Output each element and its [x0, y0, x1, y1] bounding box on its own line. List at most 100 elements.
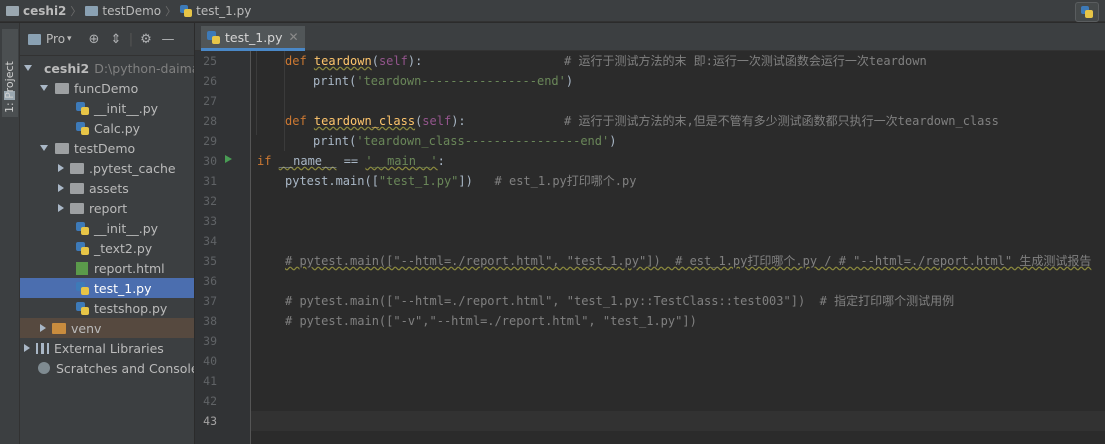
collapsed-arrow-icon[interactable]	[58, 184, 64, 192]
tree-item-label: report.html	[94, 260, 165, 276]
python-icon	[1081, 6, 1093, 18]
code-area[interactable]: def teardown(self): # 运行于测试方法的末 即:运行一次测试…	[251, 51, 1105, 444]
line-number: 34	[203, 234, 217, 248]
string-literal: "test_1.py"	[378, 174, 459, 188]
locate-file-icon[interactable]: ⊕	[83, 32, 105, 47]
gear-icon[interactable]: ⚙	[135, 32, 157, 47]
tree-item-testshop[interactable]: testshop.py	[20, 298, 194, 318]
line-number: 30	[203, 154, 217, 168]
tree-item-label: assets	[89, 180, 129, 196]
tree-item-funcdemo[interactable]: funcDemo	[20, 78, 194, 98]
collapsed-arrow-icon[interactable]	[24, 344, 30, 352]
tree-item-label: __init__.py	[94, 100, 159, 116]
code-comment: # est_1.py打印哪个.py	[494, 174, 637, 188]
code-line-28: def teardown_class(self):	[285, 111, 466, 131]
line-number: 41	[203, 374, 217, 388]
string-literal: 'teardown----------------end'	[356, 74, 566, 88]
folder-icon	[55, 82, 69, 94]
folder-icon	[55, 142, 69, 154]
self-param: self	[422, 114, 452, 128]
tree-item-report[interactable]: report	[20, 198, 194, 218]
line-number: 31	[203, 174, 217, 188]
line-number: 40	[203, 354, 217, 368]
tree-item-text2[interactable]: _text2.py	[20, 238, 194, 258]
tree-item-scratches[interactable]: Scratches and Consoles	[20, 358, 195, 378]
project-tool-label[interactable]: 1: Project	[3, 61, 16, 113]
hide-panel-icon[interactable]: —	[157, 32, 179, 47]
keyword-def: def	[285, 114, 314, 128]
expand-arrow-icon[interactable]	[40, 145, 48, 151]
python-file-icon	[180, 4, 193, 17]
collapsed-arrow-icon[interactable]	[58, 164, 64, 172]
breadcrumb-file[interactable]: test_1.py	[196, 4, 251, 18]
tree-item-external-libraries[interactable]: External Libraries	[20, 338, 194, 358]
code-line-35: # pytest.main(["--html=./report.html", "…	[285, 254, 1092, 268]
tree-item-testdemo[interactable]: testDemo	[20, 138, 194, 158]
tab-test1[interactable]: test_1.py ✕	[201, 26, 305, 51]
tree-item-label: __init__.py	[94, 220, 159, 236]
chevron-down-icon: ▾	[67, 34, 72, 44]
tree-item-label: testshop.py	[94, 300, 168, 316]
code-punct: )	[609, 134, 617, 148]
code-text: print(	[313, 74, 357, 88]
tree-item-calc[interactable]: Calc.py	[20, 118, 194, 138]
tree-item-report-html[interactable]: report.html	[20, 258, 194, 278]
tree-item-label: funcDemo	[74, 80, 139, 96]
breadcrumb-separator-icon: 〉	[165, 4, 177, 18]
editor-tab-bar: test_1.py ✕	[195, 23, 1105, 51]
function-name: teardown_class	[313, 114, 416, 128]
line-number: 35	[203, 254, 217, 268]
python-file-icon	[76, 241, 89, 255]
navigation-bar: ceshi2 〉 testDemo 〉 test_1.py	[0, 0, 1105, 22]
line-number: 27	[203, 94, 217, 108]
tree-item-pytest-cache[interactable]: .pytest_cache	[20, 158, 194, 178]
line-number: 32	[203, 194, 217, 208]
code-punct: ])	[458, 174, 495, 188]
python-file-icon	[207, 30, 220, 44]
tree-item-assets[interactable]: assets	[20, 178, 194, 198]
tree-item-init-test[interactable]: __init__.py	[20, 218, 194, 238]
collapsed-arrow-icon[interactable]	[40, 324, 46, 332]
collapse-all-icon[interactable]: ⇕	[105, 32, 127, 47]
line-number: 36	[203, 274, 217, 288]
tree-item-ceshi2[interactable]: ceshi2 D:\python-daima	[20, 58, 195, 78]
project-view-selector[interactable]: Pro ▾	[28, 32, 83, 46]
line-number: 29	[203, 134, 217, 148]
tool-window-strip: 1: Project	[0, 23, 20, 444]
expand-arrow-icon[interactable]	[24, 65, 32, 71]
tree-item-label: External Libraries	[54, 340, 164, 356]
tree-item-label: report	[89, 200, 128, 216]
code-line-29: print('teardown_class----------------end…	[313, 131, 616, 151]
separator: |	[128, 31, 134, 47]
run-icon[interactable]	[225, 155, 232, 163]
tree-item-init-func[interactable]: __init__.py	[20, 98, 194, 118]
function-name: teardown	[313, 54, 372, 68]
breadcrumb-project[interactable]: ceshi2	[23, 4, 66, 18]
code-line-31: pytest.main(["test_1.py"]) # est_1.py打印哪…	[285, 171, 636, 191]
tree-item-venv[interactable]: venv	[20, 318, 194, 338]
current-line-highlight	[251, 411, 1105, 431]
html-file-icon	[76, 261, 88, 275]
project-path: D:\python-daima	[94, 60, 195, 76]
code-punct: )	[565, 74, 574, 88]
expand-arrow-icon[interactable]	[40, 85, 48, 91]
line-number: 28	[203, 114, 217, 128]
close-icon[interactable]: ✕	[289, 30, 299, 44]
line-number: 43	[203, 414, 217, 428]
tree-item-test1[interactable]: test_1.py	[20, 278, 194, 298]
library-icon	[36, 342, 49, 354]
line-gutter[interactable]: 25 26 27 28 29 30 31 32 33 34 35 36 37 3…	[195, 51, 251, 444]
code-editor: test_1.py ✕ 25 26 27 28 29 30 31 32 33 3…	[195, 23, 1105, 444]
tree-item-label: test_1.py	[94, 280, 152, 296]
keyword-if: if	[257, 154, 279, 168]
breadcrumb: ceshi2 〉 testDemo 〉 test_1.py	[0, 0, 251, 22]
folder-icon	[70, 162, 84, 174]
tree-item-label: Scratches and Consoles	[56, 360, 195, 376]
python-console-button[interactable]	[1075, 2, 1099, 22]
tree-item-label: _text2.py	[94, 240, 153, 256]
scratches-icon	[38, 362, 50, 374]
keyword-def: def	[285, 54, 314, 68]
code-line-25: def teardown(self):	[285, 51, 422, 71]
breadcrumb-folder[interactable]: testDemo	[102, 4, 161, 18]
collapsed-arrow-icon[interactable]	[58, 204, 64, 212]
